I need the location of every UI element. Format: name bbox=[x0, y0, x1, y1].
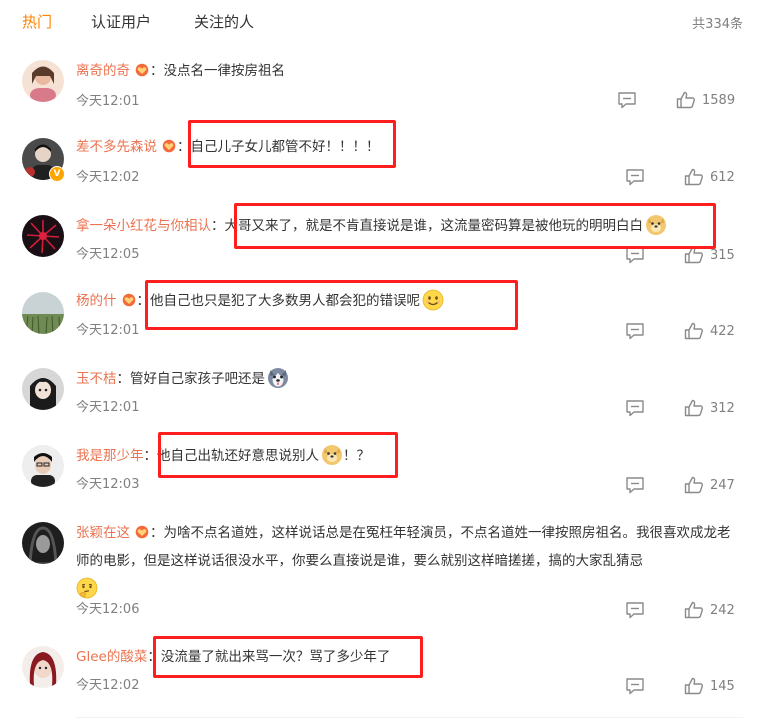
tab-verified-users[interactable]: 认证用户 bbox=[91, 11, 151, 32]
avatar[interactable] bbox=[22, 60, 64, 102]
comment-username[interactable]: 离奇的奇 bbox=[76, 63, 130, 79]
comment-time: 今天12:06 bbox=[76, 602, 140, 617]
comment-username[interactable]: 杨的什 bbox=[76, 293, 117, 309]
thinking-emoji-icon bbox=[76, 577, 98, 599]
comment-text: 为啥不点名道姓，这样说话总是在冤枉年轻演员，不点名道姓一律按照房祖名。我很喜欢成… bbox=[76, 525, 731, 569]
smile-emoji-icon bbox=[422, 289, 444, 311]
like-button[interactable]: 1589 bbox=[676, 90, 735, 110]
comment-time: 今天12:01 bbox=[76, 323, 140, 338]
thumbs-up-icon bbox=[684, 677, 704, 695]
divider bbox=[76, 717, 743, 718]
comment-text: 自己儿子女儿都管不好！！！！ bbox=[190, 139, 380, 155]
colon: ： bbox=[150, 525, 164, 541]
like-button[interactable]: 422 bbox=[684, 321, 735, 341]
colon: ： bbox=[116, 371, 131, 387]
comment-time: 今天12:01 bbox=[76, 94, 140, 109]
thumbs-up-icon bbox=[684, 399, 704, 417]
comment-text: 没流量了就出来骂一次？骂了多少年了 bbox=[160, 649, 391, 665]
comment-item: V 差不多先森说 ：自己儿子女儿都管不好！！！！ 今天12:02 612 bbox=[0, 132, 767, 198]
reply-icon[interactable] bbox=[625, 321, 645, 341]
husky-emoji-icon bbox=[267, 367, 289, 389]
comment-filter-tabs: 热门 认证用户 关注的人 共334条 bbox=[0, 0, 767, 44]
comment-item: 张颖在这 ：为啥不点名道姓，这样说话总是在冤枉年轻演员，不点名道姓一律按照房祖名。… bbox=[0, 518, 767, 622]
like-button[interactable]: 312 bbox=[684, 398, 735, 418]
comment-text: 他自己也只是犯了大多数男人都会犯的错误呢 bbox=[150, 293, 420, 309]
doge-emoji-icon bbox=[645, 214, 667, 236]
fan-medal-icon bbox=[134, 525, 150, 539]
avatar[interactable] bbox=[22, 646, 64, 688]
like-count: 1589 bbox=[702, 92, 736, 108]
reply-icon[interactable] bbox=[625, 676, 645, 696]
like-count: 312 bbox=[710, 400, 735, 416]
comment-username[interactable]: 差不多先森说 bbox=[76, 139, 157, 155]
thumbs-up-icon bbox=[684, 476, 704, 494]
reply-icon[interactable] bbox=[625, 600, 645, 620]
comment-time: 今天12:05 bbox=[76, 247, 140, 262]
like-button[interactable]: 145 bbox=[684, 676, 735, 696]
comment-time: 今天12:03 bbox=[76, 477, 140, 492]
fan-medal-icon bbox=[161, 139, 177, 153]
comment-item: 杨的什 ：他自己也只是犯了大多数男人都会犯的错误呢 今天12:01 422 bbox=[0, 286, 767, 352]
avatar[interactable] bbox=[22, 368, 64, 410]
reply-icon[interactable] bbox=[625, 167, 645, 187]
colon: ： bbox=[143, 448, 158, 464]
colon: ： bbox=[177, 139, 191, 155]
comment-text: 没点名一律按房祖名 bbox=[163, 63, 286, 79]
thumbs-up-icon bbox=[676, 91, 696, 109]
reply-icon[interactable] bbox=[617, 90, 637, 110]
comment-item: 拿一朵小红花与你相认：大哥又来了，就是不肯直接说是谁，这流量密码算是被他玩的明明… bbox=[0, 209, 767, 275]
comment-text: 他自己出轨还好意思说别人 bbox=[157, 448, 319, 464]
like-count: 315 bbox=[710, 247, 735, 263]
fan-medal-icon bbox=[121, 293, 137, 307]
colon: ： bbox=[150, 63, 164, 79]
comment-username[interactable]: 我是那少年 bbox=[76, 448, 144, 464]
comment-text: 管好自己家孩子吧还是 bbox=[130, 371, 265, 387]
like-button[interactable]: 315 bbox=[684, 245, 735, 265]
comment-time: 今天12:02 bbox=[76, 170, 140, 185]
avatar[interactable] bbox=[22, 522, 64, 564]
comment-username[interactable]: Glee的酸菜 bbox=[76, 649, 147, 665]
comment-item: 离奇的奇 ：没点名一律按房祖名 今天12:01 1589 bbox=[0, 56, 767, 122]
comment-item: 玉不桔：管好自己家孩子吧还是 今天12:01 312 bbox=[0, 364, 767, 430]
like-button[interactable]: 247 bbox=[684, 475, 735, 495]
thumbs-up-icon bbox=[684, 601, 704, 619]
like-count: 242 bbox=[710, 602, 735, 618]
comment-username[interactable]: 拿一朵小红花与你相认 bbox=[76, 218, 211, 234]
avatar[interactable] bbox=[22, 292, 64, 334]
comment-item: 我是那少年：他自己出轨还好意思说别人 ！？ 今天12:03 247 bbox=[0, 441, 767, 507]
colon: ： bbox=[136, 293, 151, 309]
colon: ： bbox=[211, 218, 225, 234]
fan-medal-icon bbox=[134, 63, 150, 77]
comment-text-suffix: ！？ bbox=[343, 448, 370, 464]
tab-hot[interactable]: 热门 bbox=[22, 11, 52, 32]
comment-username[interactable]: 张颖在这 bbox=[76, 525, 130, 541]
comment-item: Glee的酸菜：没流量了就出来骂一次？骂了多少年了 今天12:02 145 bbox=[0, 642, 767, 708]
comment-time: 今天12:01 bbox=[76, 400, 140, 415]
like-count: 422 bbox=[710, 323, 735, 339]
thumbs-up-icon bbox=[684, 168, 704, 186]
comment-username[interactable]: 玉不桔 bbox=[76, 371, 117, 387]
like-count: 612 bbox=[710, 169, 735, 185]
comment-time: 今天12:02 bbox=[76, 678, 140, 693]
like-count: 145 bbox=[710, 678, 735, 694]
reply-icon[interactable] bbox=[625, 398, 645, 418]
like-count: 247 bbox=[710, 477, 735, 493]
reply-icon[interactable] bbox=[625, 475, 645, 495]
like-button[interactable]: 242 bbox=[684, 600, 735, 620]
colon: ： bbox=[147, 649, 161, 665]
avatar[interactable] bbox=[22, 215, 64, 257]
doge-emoji-icon bbox=[321, 444, 343, 466]
reply-icon[interactable] bbox=[625, 245, 645, 265]
comment-total-count: 共334条 bbox=[692, 17, 743, 32]
tab-following[interactable]: 关注的人 bbox=[194, 11, 254, 32]
like-button[interactable]: 612 bbox=[684, 167, 735, 187]
thumbs-up-icon bbox=[684, 246, 704, 264]
comment-text: 大哥又来了，就是不肯直接说是谁，这流量密码算是被他玩的明明白白 bbox=[224, 218, 644, 234]
avatar[interactable] bbox=[22, 445, 64, 487]
verified-badge-icon: V bbox=[49, 166, 65, 182]
thumbs-up-icon bbox=[684, 322, 704, 340]
